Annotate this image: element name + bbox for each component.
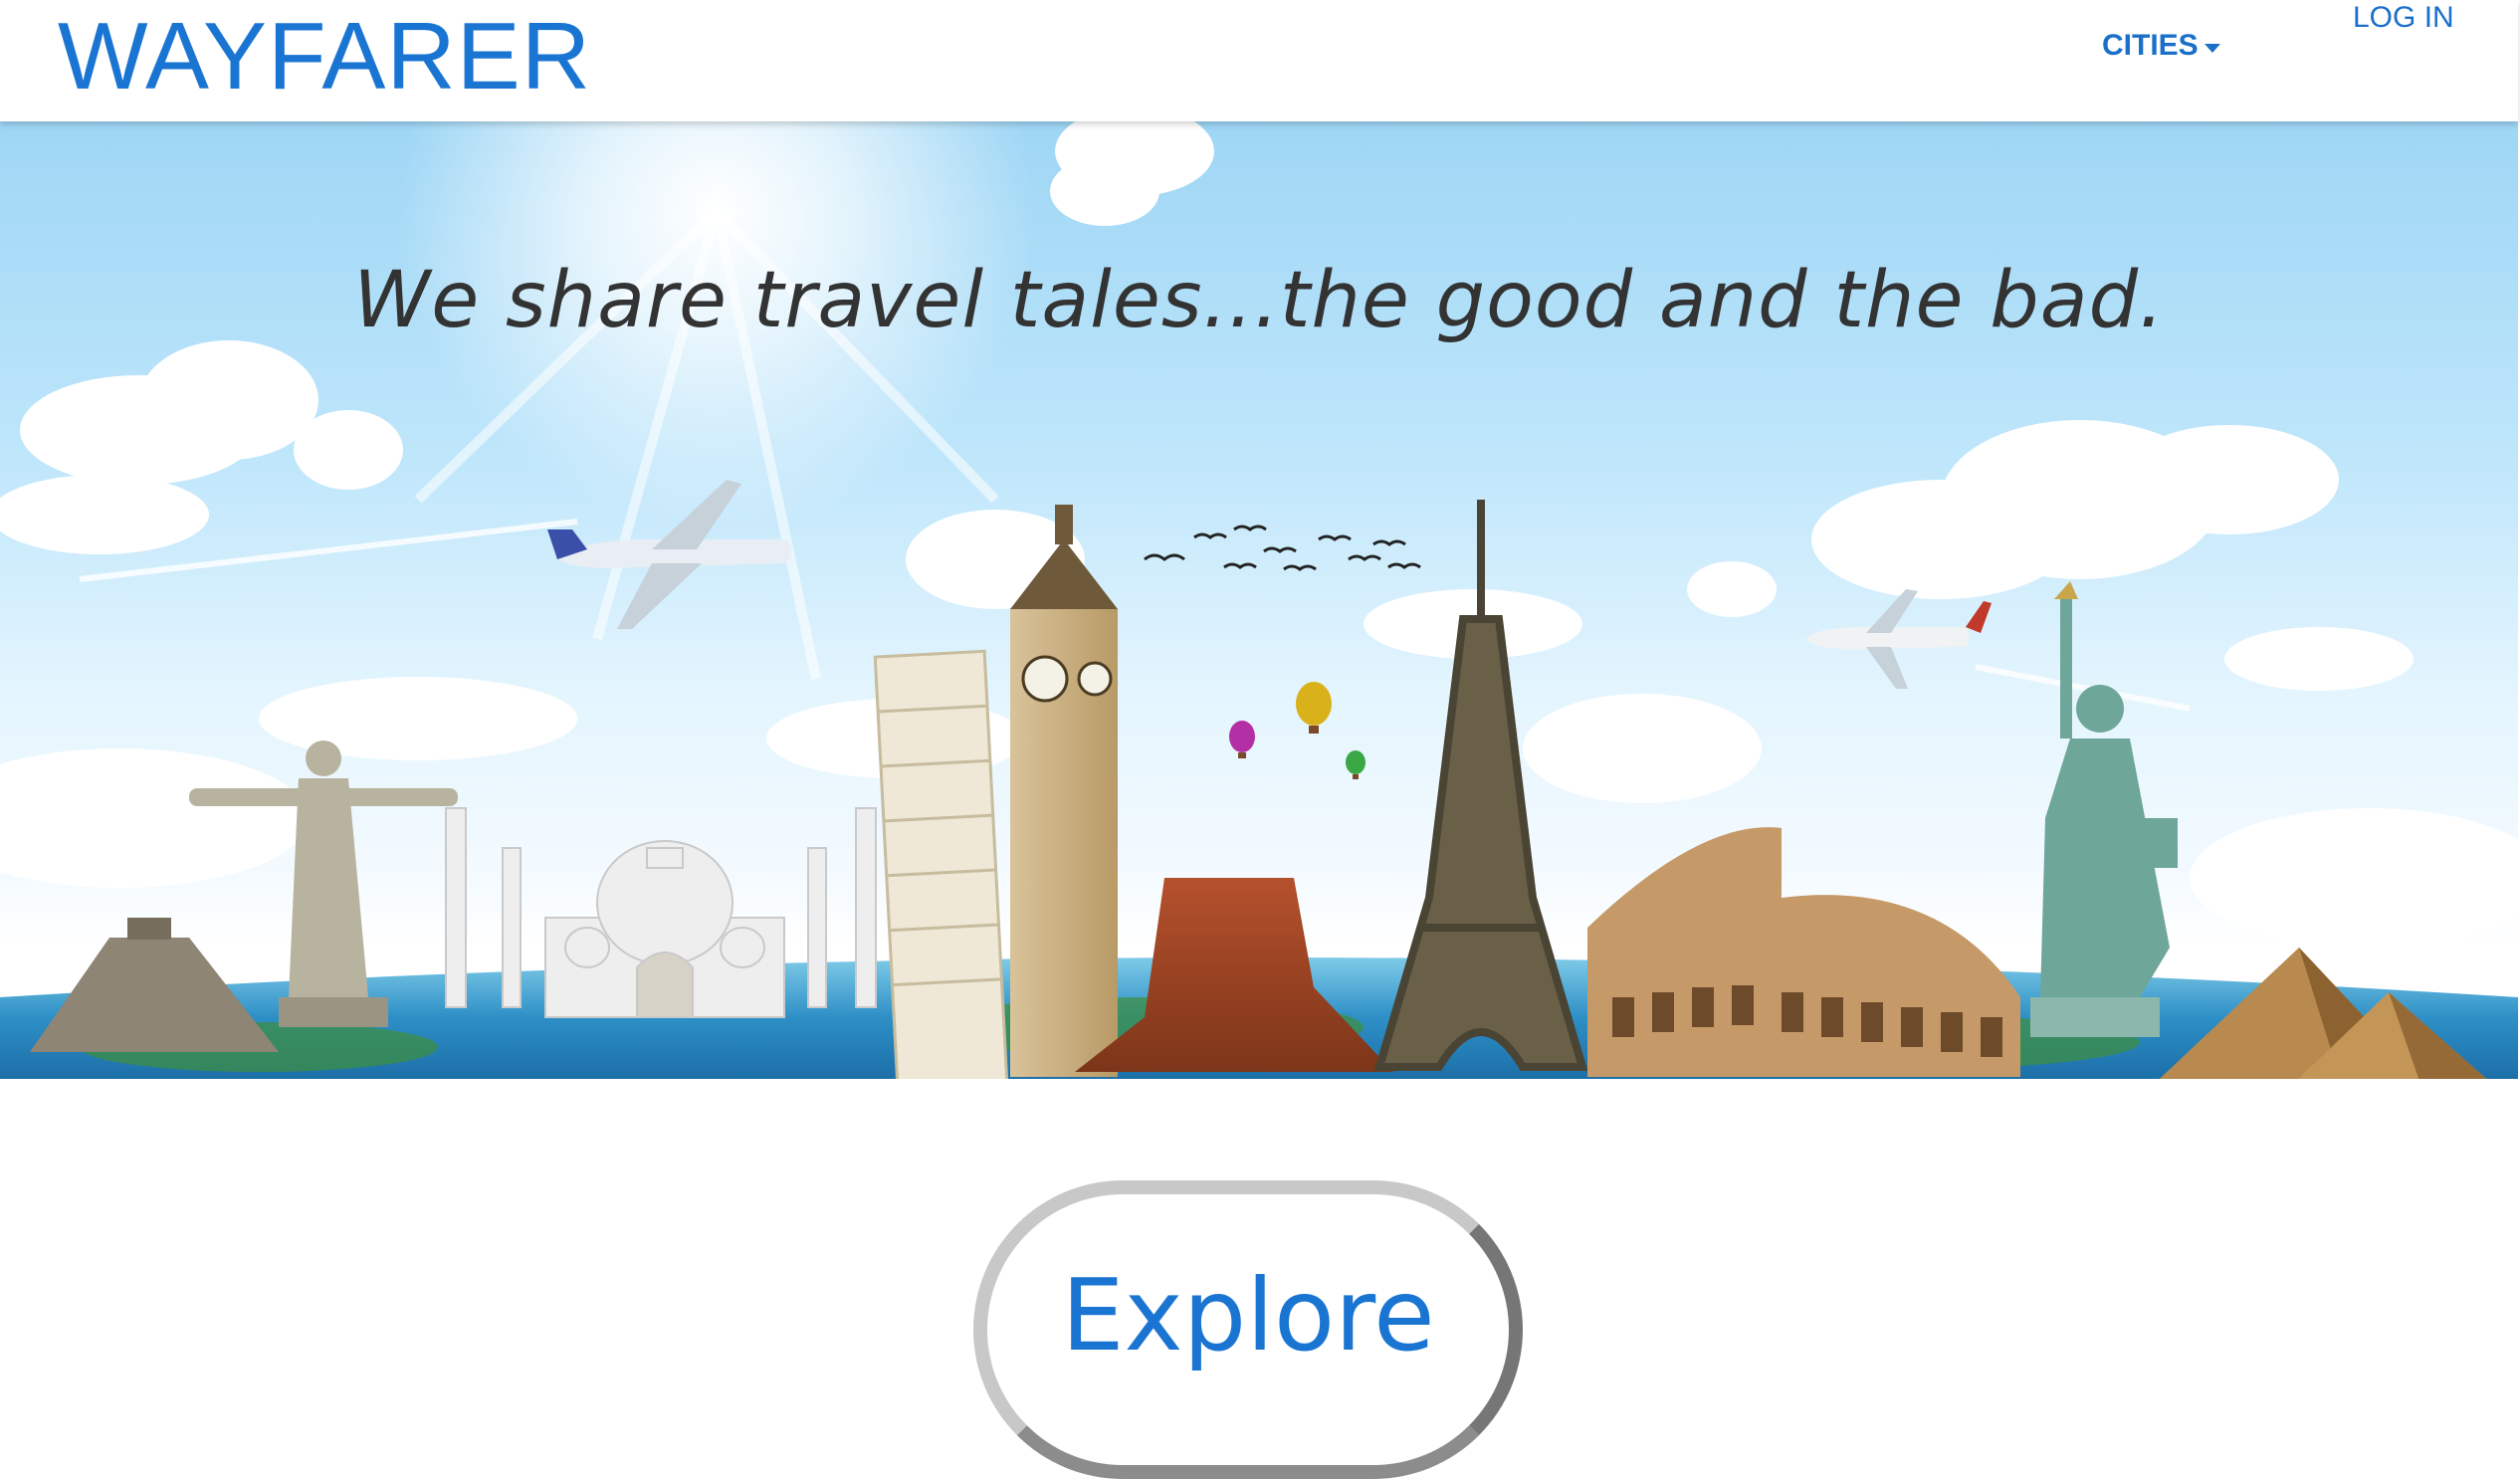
cities-dropdown[interactable]: CITIES <box>2102 26 2220 66</box>
birds-icon <box>1144 525 1421 571</box>
colosseum-icon <box>1587 827 2020 1077</box>
statue-of-liberty-icon <box>2030 581 2178 1037</box>
navbar: WAYFARER CITIES LOG IN <box>0 0 2518 121</box>
hero-banner: We share travel tales...the good and the… <box>0 121 2518 1079</box>
explore-label: Explore <box>1061 1257 1435 1373</box>
brand-logo[interactable]: WAYFARER <box>58 2 591 111</box>
airplane-right-icon <box>1806 589 1992 689</box>
hot-air-balloons-icon <box>1229 682 1365 779</box>
leaning-tower-of-pisa-icon <box>873 649 1009 1079</box>
cities-label: CITIES <box>2102 29 2199 62</box>
hero-tagline: We share travel tales...the good and the… <box>353 256 2165 345</box>
big-ben-icon <box>1010 505 1118 1077</box>
taj-mahal-icon <box>445 807 877 1018</box>
login-link[interactable]: LOG IN <box>2353 0 2454 38</box>
caret-down-icon <box>2204 43 2220 53</box>
explore-button[interactable]: Explore <box>973 1180 1523 1479</box>
